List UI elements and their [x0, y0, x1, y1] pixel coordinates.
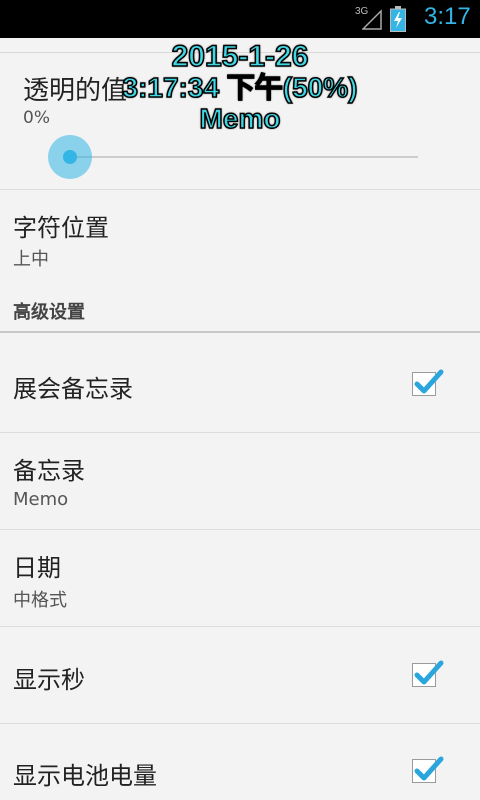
show-battery-label: 显示电池电量 — [13, 762, 157, 790]
show-seconds-label: 显示秒 — [13, 666, 85, 694]
show-memo-checkbox[interactable] — [412, 369, 444, 396]
show-seconds-checkbox[interactable] — [412, 660, 444, 687]
char-position-value: 上中 — [13, 249, 49, 270]
transparency-slider-thumb[interactable] — [48, 135, 92, 179]
memo-overlay: 2015-1-26 3:17:34 下午(50%) Memo — [0, 39, 480, 135]
section-divider — [0, 331, 480, 333]
divider — [0, 189, 480, 190]
overlay-time-battery: 3:17:34 下午(50%) — [122, 72, 358, 104]
signal-icon — [362, 9, 382, 30]
overlay-date: 2015-1-26 — [171, 39, 309, 74]
status-bar: 3G 3:17 — [0, 0, 480, 38]
show-battery-checkbox[interactable] — [412, 756, 444, 783]
advanced-settings-header: 高级设置 — [13, 302, 85, 323]
battery-charging-icon — [390, 6, 406, 32]
overlay-memo: Memo — [199, 102, 281, 135]
divider — [0, 529, 480, 530]
settings-list: 透明的值 0% 字符位置 上中 高级设置 展会备忘录 备忘录 Memo 日期 中… — [0, 38, 480, 800]
checkmark-icon — [414, 756, 444, 781]
status-time: 3:17 — [424, 3, 471, 30]
memo-label: 备忘录 — [13, 457, 85, 485]
divider — [0, 626, 480, 627]
date-value: 中格式 — [13, 590, 67, 611]
transparency-slider-track[interactable] — [69, 156, 418, 158]
char-position-label: 字符位置 — [13, 214, 109, 242]
divider — [0, 723, 480, 724]
date-label: 日期 — [13, 554, 61, 582]
checkmark-icon — [414, 369, 444, 394]
slider-thumb-core — [63, 150, 77, 164]
show-memo-label: 展会备忘录 — [13, 375, 133, 403]
divider — [0, 432, 480, 433]
checkmark-icon — [414, 660, 444, 685]
memo-value: Memo — [13, 489, 69, 510]
